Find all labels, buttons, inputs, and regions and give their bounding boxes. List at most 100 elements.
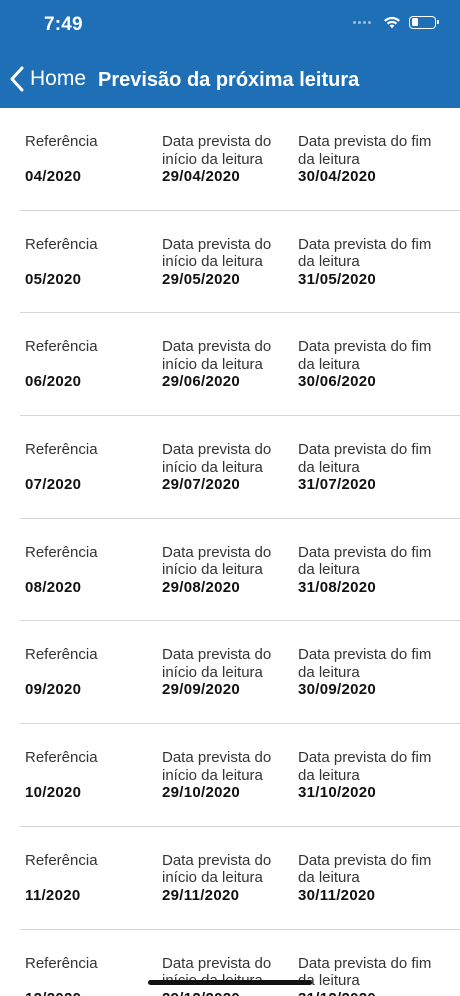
reference-value: 11/2020: [25, 886, 81, 904]
start-column: Data prevista do início da leitura 29/04/…: [162, 133, 292, 186]
start-date-value: 29/07/2020: [162, 476, 241, 494]
reference-column: Referência 08/2020: [25, 544, 155, 597]
reference-label: Referência: [25, 338, 98, 356]
header: 7:49 Home Previsão da próxima leitura: [0, 0, 460, 108]
start-date-value: 29/08/2020: [162, 578, 241, 596]
start-column: Data prevista do início da leitura 29/11/…: [162, 852, 292, 905]
reference-label: Referência: [25, 235, 98, 253]
nav-bar: Home Previsão da próxima leitura: [0, 58, 460, 102]
signal-icon: [353, 20, 371, 24]
reference-value: 06/2020: [25, 373, 82, 391]
list-item: Referência 08/2020 Data prevista do início…: [20, 519, 460, 622]
end-column: Data prevista do fim da leitura 31/08/202…: [298, 544, 438, 597]
reference-label: Referência: [25, 851, 98, 869]
list-item: Referência 06/2020 Data prevista do início…: [20, 313, 460, 417]
end-date-value: 30/11/2020: [298, 886, 376, 904]
start-column: Data prevista do início da leitura 29/09/…: [162, 646, 292, 699]
page-title: Previsão da próxima leitura: [98, 69, 360, 91]
back-button[interactable]: Home: [10, 66, 86, 92]
reference-column: Referência 12/2020: [25, 955, 155, 996]
end-column: Data prevista do fim da leitura 30/06/202…: [298, 338, 438, 391]
start-column: Data prevista do início da leitura29/12/…: [162, 955, 292, 996]
start-date-value: 29/10/2020: [162, 784, 241, 802]
end-date-value: 30/06/2020: [298, 373, 377, 391]
start-label: Data prevista do início da leitura: [162, 646, 272, 681]
reference-column: Referência 09/2020: [25, 646, 155, 699]
reference-value: 04/2020: [25, 168, 82, 185]
list-item: Referência 05/2020 Data prevista do início…: [20, 211, 460, 314]
start-date-value: 29/06/2020: [162, 373, 241, 391]
start-label: Data prevista do início da leitura: [162, 133, 272, 168]
end-column: Data prevista do fim da leitura 31/07/202…: [298, 441, 438, 494]
list-item: Referência 07/2020 Data prevista do início…: [20, 416, 460, 519]
reference-column: Referência 06/2020: [25, 338, 155, 391]
start-column: Data prevista do início da leitura 29/10/…: [162, 749, 292, 802]
reference-column: Referência 10/2020: [25, 749, 155, 802]
end-label: Data prevista do fim da leitura: [298, 235, 432, 271]
end-date-value: 30/04/2020: [298, 168, 377, 185]
end-label: Data prevista do fim da leitura: [298, 543, 432, 579]
end-column: Data prevista do fim da leitura31/12/202…: [298, 955, 438, 996]
reference-column: Referência 07/2020: [25, 441, 155, 494]
screen: 7:49 Home Previsão da próxima leitura Re…: [0, 0, 460, 996]
end-column: Data prevista do fim da leitura 30/11/202…: [298, 852, 438, 905]
wifi-icon: [384, 16, 400, 29]
reference-column: Referência 11/2020: [25, 852, 155, 905]
start-label: Data prevista do início da leitura: [162, 543, 272, 579]
status-bar: 7:49: [0, 0, 460, 50]
list-item: Referência 10/2020 Data prevista do início…: [20, 724, 460, 827]
list-item: Referência 04/2020 Data prevista do início…: [20, 108, 460, 211]
end-column: Data prevista do fim da leitura 31/05/202…: [298, 236, 438, 289]
home-indicator[interactable]: [148, 980, 312, 985]
start-date-value: 29/09/2020: [162, 681, 241, 699]
reference-label: Referência: [25, 954, 98, 972]
end-label: Data prevista do fim da leitura: [298, 749, 432, 784]
reference-value: 07/2020: [25, 476, 82, 494]
end-date-value: 31/12/2020: [298, 990, 438, 996]
reading-forecast-list: Referência 04/2020 Data prevista do início…: [0, 108, 460, 996]
start-column: Data prevista do início da leitura 29/08/…: [162, 544, 292, 597]
back-label: Home: [30, 67, 87, 90]
end-date-value: 31/05/2020: [298, 270, 377, 288]
start-column: Data prevista do início da leitura 29/05/…: [162, 236, 292, 289]
reference-column: Referência 04/2020: [25, 133, 155, 186]
end-label: Data prevista do fim da leitura: [298, 851, 432, 887]
end-label: Data prevista do fim da leitura: [298, 338, 432, 373]
end-date-value: 30/09/2020: [298, 681, 377, 699]
start-column: Data prevista do início da leitura 29/06/…: [162, 338, 292, 391]
list-item: Referência 12/2020 Data prevista do início…: [20, 930, 460, 996]
start-label: Data prevista do início da leitura: [162, 441, 272, 476]
end-column: Data prevista do fim da leitura 30/04/202…: [298, 133, 438, 186]
reference-label: Referência: [25, 749, 98, 767]
chevron-left-icon: [10, 66, 24, 92]
start-date-value: 29/12/2020: [162, 990, 292, 996]
start-label: Data prevista do início da leitura: [162, 235, 272, 271]
status-time: 7:49: [44, 14, 83, 35]
reference-value: 05/2020: [25, 270, 82, 288]
end-label: Data prevista do fim da leitura: [298, 441, 432, 476]
start-label: Data prevista do início da leitura: [162, 851, 272, 887]
start-date-value: 29/11/2020: [162, 886, 240, 904]
start-label: Data prevista do início da leitura: [162, 749, 272, 784]
reference-label: Referência: [25, 133, 98, 150]
list-item: Referência 11/2020 Data prevista do início…: [20, 827, 460, 930]
reference-value: 09/2020: [25, 681, 82, 699]
end-label: Data prevista do fim da leitura: [298, 133, 432, 168]
reference-value: 10/2020: [25, 784, 82, 802]
start-date-value: 29/05/2020: [162, 270, 241, 288]
list-item: Referência 09/2020 Data prevista do início…: [20, 621, 460, 725]
end-label: Data prevista do fim da leitura: [298, 954, 432, 990]
reference-label: Referência: [25, 441, 98, 459]
reference-label: Referência: [25, 646, 98, 664]
end-column: Data prevista do fim da leitura 30/09/202…: [298, 646, 438, 699]
start-label: Data prevista do início da leitura: [162, 338, 272, 373]
battery-icon: [409, 15, 439, 29]
start-date-value: 29/04/2020: [162, 168, 241, 185]
end-date-value: 31/08/2020: [298, 578, 377, 596]
reference-label: Referência: [25, 543, 98, 561]
reference-value: 12/2020: [25, 990, 155, 996]
reference-column: Referência 05/2020: [25, 236, 155, 289]
reference-value: 08/2020: [25, 578, 82, 596]
end-date-value: 31/10/2020: [298, 784, 377, 802]
start-column: Data prevista do início da leitura 29/07/…: [162, 441, 292, 494]
